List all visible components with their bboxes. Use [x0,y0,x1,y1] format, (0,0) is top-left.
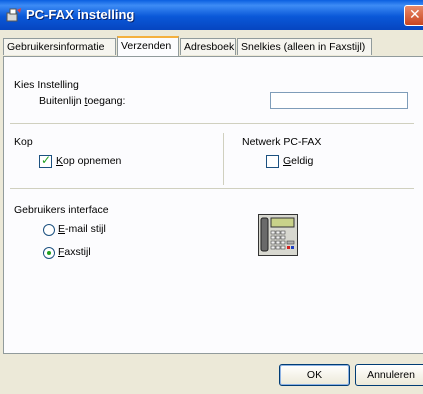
gebruikers-interface-heading: Gebruikers interface [14,204,109,216]
ok-button[interactable]: OK [279,364,350,386]
annuleren-button[interactable]: Annuleren [355,364,423,386]
kop-opnemen-checkbox[interactable]: ✓ [39,153,52,168]
geldig-checkbox[interactable] [266,155,279,168]
window-title: PC-FAX instelling [26,7,135,22]
kies-instelling-heading: Kies Instelling [14,79,79,91]
check-icon: ✓ [41,153,52,167]
tab-label: Adresboek [184,41,235,53]
tab-gebruikersinformatie[interactable]: Gebruikersinformatie [3,38,116,55]
tab-adresboek[interactable]: Adresboek [180,38,236,55]
tab-snelkies[interactable]: Snelkies (alleen in Faxstijl) [237,38,372,55]
faxstijl-radio[interactable] [43,247,55,259]
close-button[interactable]: ✕ [404,5,423,26]
pc-fax-settings-window: PC-FAX instelling ✕ Gebruikersinformatie… [0,0,423,394]
buitenlijn-label: Buitenlijn toegang: [39,95,126,107]
netwerk-pc-fax-heading: Netwerk PC-FAX [242,136,322,148]
tab-label: Gebruikersinformatie [7,41,105,53]
geldig-label[interactable]: Geldig [283,155,313,167]
app-icon [6,8,21,22]
divider [10,188,414,189]
close-icon: ✕ [409,7,421,23]
tab-label: Verzenden [121,40,172,52]
buitenlijn-input[interactable] [270,92,408,109]
vertical-divider [223,133,224,185]
faxstijl-label[interactable]: Faxstijl [58,246,91,258]
fax-machine-icon [258,214,298,256]
radio-dot [47,251,51,255]
email-stijl-radio[interactable] [43,224,55,236]
kop-opnemen-label[interactable]: Kop opnemen [56,155,121,167]
kop-heading: Kop [14,136,33,148]
divider [10,123,414,124]
tab-verzenden[interactable]: Verzenden [117,36,179,56]
email-stijl-label[interactable]: E-mail stijl [58,223,106,235]
tab-label: Snelkies (alleen in Faxstijl) [241,41,366,53]
title-bar[interactable]: PC-FAX instelling ✕ [0,0,423,30]
